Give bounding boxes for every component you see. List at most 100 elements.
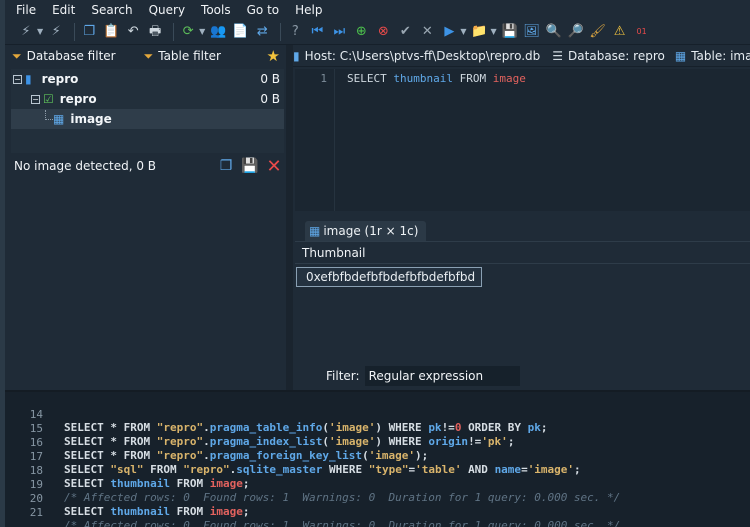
- find-icon[interactable]: 🔍: [545, 23, 563, 41]
- chevron-down-icon[interactable]: ▼: [490, 27, 496, 36]
- add-icon[interactable]: ⊕: [352, 23, 370, 41]
- collapse-icon[interactable]: −: [31, 94, 40, 104]
- close-icon[interactable]: ✕: [265, 156, 283, 177]
- result-tab-label: image (1r × 1c): [323, 224, 419, 238]
- menu-edit[interactable]: Edit: [52, 3, 75, 17]
- app-window: File Edit Search Query Tools Go to Help …: [0, 0, 750, 527]
- menu-help[interactable]: Help: [295, 3, 322, 17]
- toolbar: ⚡ ▼ ⚡ ❐ 📋 ↶ 🖶 ⟳ ▼ 👥 📄 ⇄ ? ⏮ ⏭ ⊕ ⊗ ✔ ✕ ▶ …: [5, 19, 750, 45]
- image-preview-bar: No image detected, 0 B ❐ 💾 ✕: [5, 155, 286, 177]
- tab-host[interactable]: ▮ Host: C:\Users\ptvs-ff\Desktop\repro.d…: [293, 49, 540, 63]
- print-icon[interactable]: 🖶: [146, 23, 164, 41]
- log-line: 16 SELECT * FROM "repro".pragma_foreign_…: [5, 423, 750, 462]
- refresh-icon[interactable]: ⟳: [179, 23, 197, 41]
- first-icon[interactable]: ⏮: [308, 23, 326, 41]
- last-icon[interactable]: ⏭: [330, 23, 348, 41]
- filter-label: Filter:: [326, 369, 360, 383]
- log-line: 17 SELECT "sql" FROM "repro".sqlite_mast…: [5, 437, 750, 476]
- tree-item-session[interactable]: − ▮ repro 0 B: [11, 69, 284, 89]
- query-log[interactable]: 14 SELECT * FROM "repro".pragma_table_in…: [5, 392, 750, 527]
- left-panel: ⏷ Database filter ⏷ Table filter ★ − ▮ r…: [5, 45, 286, 390]
- tree-connector: [45, 110, 53, 120]
- result-tab-bar: ▦ image (1r × 1c): [295, 221, 750, 241]
- export-icon[interactable]: 📄: [231, 23, 249, 41]
- save-icon[interactable]: 💾: [241, 157, 259, 175]
- image-actions: ❐ 💾 ✕: [211, 156, 283, 177]
- grid-cell[interactable]: 0xefbfbdefbfbdefbfbdefbfbd: [296, 267, 482, 287]
- log-line: 18 SELECT thumbnail FROM image;: [5, 451, 750, 490]
- star-icon[interactable]: ★: [267, 47, 280, 65]
- collapse-icon[interactable]: −: [13, 74, 22, 84]
- table-filter-label: Table filter: [158, 49, 221, 63]
- binary-icon[interactable]: 01: [633, 23, 651, 41]
- chevron-down-icon[interactable]: ▼: [199, 27, 205, 36]
- check-icon[interactable]: ✔: [396, 23, 414, 41]
- tab-bar: ▮ Host: C:\Users\ptvs-ff\Desktop\repro.d…: [293, 45, 750, 67]
- database-check-icon: ☑: [43, 92, 54, 106]
- funnel-icon: ⏷: [12, 48, 22, 63]
- menu-goto[interactable]: Go to: [247, 3, 280, 17]
- log-line: 20 SELECT thumbnail FROM image;: [5, 479, 750, 518]
- disconnect-icon[interactable]: ⚡: [47, 23, 65, 41]
- tree-item-size: 0 B: [260, 72, 280, 86]
- tab-database[interactable]: ☰ Database: repro: [552, 49, 665, 63]
- table-icon: ▦: [674, 48, 687, 63]
- log-line: 15 SELECT * FROM "repro".pragma_index_li…: [5, 409, 750, 448]
- drag-handle-icon: ▮: [293, 48, 300, 63]
- vertical-splitter[interactable]: [286, 45, 293, 390]
- database-icon: ☰: [552, 48, 564, 63]
- copy-icon[interactable]: ❐: [217, 157, 235, 175]
- database-label: Database: repro: [568, 48, 665, 63]
- database-icon: ▮: [25, 72, 32, 86]
- table-filter-tab[interactable]: ⏷ Table filter: [144, 49, 221, 64]
- menu-tools[interactable]: Tools: [201, 3, 231, 17]
- log-line: 14 SELECT * FROM "repro".pragma_table_in…: [5, 395, 750, 434]
- database-tree: − ▮ repro 0 B − ☑ repro 0 B ▦ image: [11, 69, 284, 153]
- menu-query[interactable]: Query: [149, 3, 185, 17]
- copy-icon[interactable]: ❐: [80, 23, 98, 41]
- column-header-thumbnail[interactable]: Thumbnail: [302, 246, 365, 260]
- filter-input[interactable]: Regular expression: [364, 366, 520, 386]
- toolbar-separator: [280, 22, 282, 41]
- result-grid: Thumbnail 0xefbfbdefbfbdefbfbdefbfbd: [295, 241, 750, 359]
- grid-header: Thumbnail: [295, 242, 750, 264]
- help-icon[interactable]: ?: [286, 23, 304, 41]
- log-line: 21 /* Affected rows: 0 Found rows: 1 War…: [5, 493, 750, 527]
- query-editor[interactable]: 1 SELECT thumbnail FROM image: [295, 69, 750, 211]
- undo-icon[interactable]: ↶: [124, 23, 142, 41]
- import-icon[interactable]: ⇄: [253, 23, 271, 41]
- folder-icon[interactable]: 📁: [470, 23, 488, 41]
- find-replace-icon[interactable]: 🔎: [567, 23, 585, 41]
- log-comment: /* Affected rows: 0 Found rows: 1 Warnin…: [64, 519, 621, 527]
- query-line[interactable]: SELECT thumbnail FROM image: [347, 72, 526, 85]
- host-label: Host: C:\Users\ptvs-ff\Desktop\repro.db: [304, 48, 541, 63]
- menu-search[interactable]: Search: [91, 3, 132, 17]
- chevron-down-icon[interactable]: ▼: [460, 27, 466, 36]
- keyword-select: SELECT: [347, 72, 387, 85]
- keyword-from: FROM: [459, 72, 487, 85]
- run-icon[interactable]: ▶: [440, 23, 458, 41]
- save-icon[interactable]: 💾: [501, 23, 519, 41]
- result-tab[interactable]: ▦ image (1r × 1c): [305, 221, 427, 241]
- warning-icon[interactable]: ⚠: [611, 23, 629, 41]
- tree-item-database[interactable]: − ☑ repro 0 B: [11, 89, 284, 109]
- menu-file[interactable]: File: [16, 3, 36, 17]
- brush-icon[interactable]: 🖌: [589, 23, 607, 41]
- paste-icon[interactable]: 📋: [102, 23, 120, 41]
- database-filter-tab[interactable]: ⏷ Database filter: [12, 49, 116, 64]
- delete-icon[interactable]: ⊗: [374, 23, 392, 41]
- table-icon: ▦: [53, 112, 65, 126]
- right-panel: ▮ Host: C:\Users\ptvs-ff\Desktop\repro.d…: [293, 45, 750, 390]
- tab-table[interactable]: ▦ Table: image: [675, 49, 750, 63]
- filter-bar: ⏷ Database filter ⏷ Table filter ★: [5, 45, 286, 67]
- user-manager-icon[interactable]: 👥: [209, 23, 227, 41]
- cancel-icon[interactable]: ✕: [418, 23, 436, 41]
- connect-icon[interactable]: ⚡: [17, 23, 35, 41]
- image-icon[interactable]: 🖼: [523, 23, 541, 41]
- log-line-number: 21: [29, 506, 43, 519]
- log-line: 19 /* Affected rows: 0 Found rows: 1 War…: [5, 465, 750, 504]
- tree-item-table[interactable]: ▦ image: [11, 109, 284, 129]
- chevron-down-icon[interactable]: ▼: [37, 27, 43, 36]
- tree-item-size: 0 B: [260, 92, 280, 106]
- tree-item-label: repro: [41, 72, 79, 86]
